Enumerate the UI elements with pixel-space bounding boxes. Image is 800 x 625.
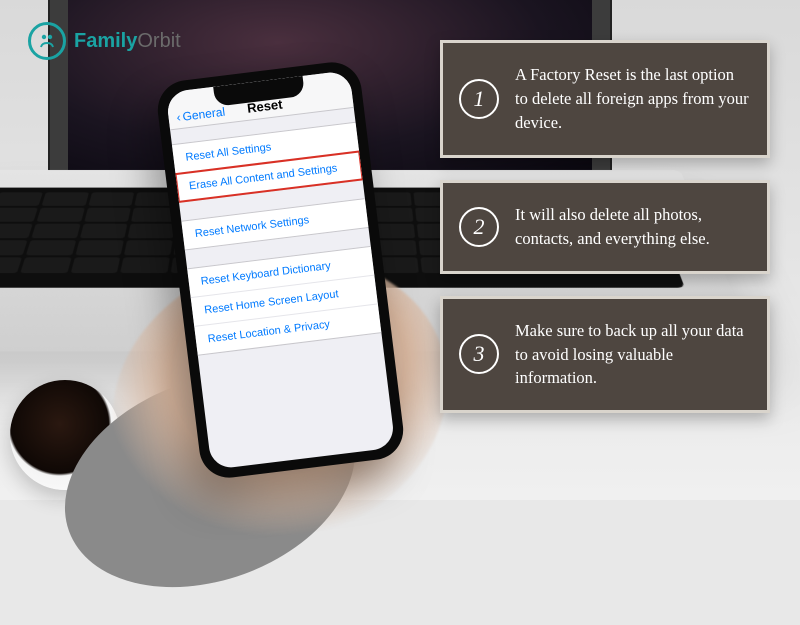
settings-list: Reset All SettingsErase All Content and … (170, 108, 381, 356)
logo-icon (28, 22, 66, 60)
callout-text: A Factory Reset is the last option to de… (515, 63, 749, 135)
callouts-column: 1 A Factory Reset is the last option to d… (440, 40, 770, 413)
chevron-left-icon: ‹ (176, 110, 182, 124)
settings-row[interactable]: Reset Network Settings (181, 199, 368, 249)
callout-card: 2 It will also delete all photos, contact… (440, 180, 770, 274)
callout-card: 1 A Factory Reset is the last option to d… (440, 40, 770, 158)
callout-number: 1 (459, 79, 499, 119)
callout-text: Make sure to back up all your data to av… (515, 319, 749, 391)
settings-group: Reset All SettingsErase All Content and … (172, 122, 363, 203)
logo-word-2: Orbit (137, 30, 180, 52)
settings-group: Reset Network Settings (181, 198, 368, 250)
settings-group: Reset Keyboard DictionaryReset Home Scre… (187, 246, 381, 356)
callout-number: 2 (459, 207, 499, 247)
callout-text: It will also delete all photos, contacts… (515, 203, 749, 251)
phone-screen: ‹ General Reset Reset All SettingsErase … (166, 70, 396, 470)
logo-text: FamilyOrbit (74, 30, 181, 53)
callout-number: 3 (459, 334, 499, 374)
brand-logo: FamilyOrbit (28, 22, 181, 60)
callout-card: 3 Make sure to back up all your data to a… (440, 296, 770, 414)
logo-word-1: Family (74, 30, 137, 52)
